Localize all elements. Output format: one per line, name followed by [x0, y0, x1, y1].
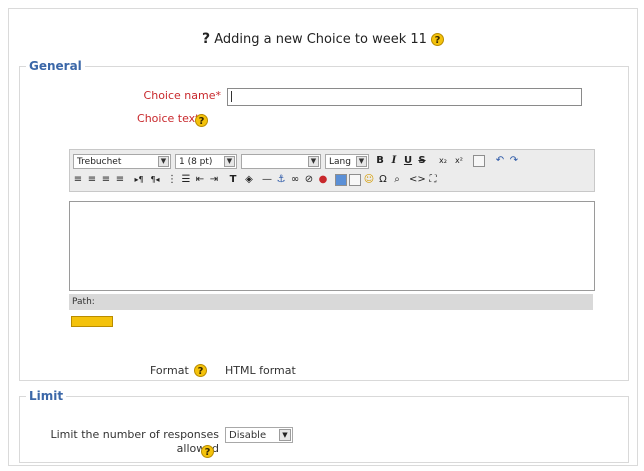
choice-name-label: Choice name* — [109, 89, 221, 102]
chevron-down-icon: ▼ — [279, 429, 291, 441]
chevron-down-icon: ▼ — [308, 156, 319, 167]
superscript-icon[interactable]: x² — [453, 154, 465, 168]
link-icon[interactable]: ∞ — [289, 173, 301, 187]
limit-select-value: Disable — [229, 430, 267, 441]
align-left-icon[interactable]: ≡ — [73, 173, 83, 187]
indent-icon[interactable]: ⇥ — [209, 173, 219, 187]
underline-icon[interactable]: U — [403, 154, 413, 168]
horizontal-rule-icon[interactable]: — — [261, 173, 273, 187]
align-justify-icon[interactable]: ≡ — [115, 173, 125, 187]
rtl-icon[interactable]: ¶◂ — [149, 173, 161, 187]
strikethrough-icon[interactable]: S — [417, 154, 427, 168]
editor-help-button[interactable] — [71, 316, 113, 327]
fullscreen-icon[interactable]: ⛶ — [427, 173, 439, 187]
insert-image-icon[interactable] — [335, 174, 347, 186]
format-label: Format — [150, 364, 189, 377]
insert-table-icon[interactable] — [349, 174, 361, 186]
anchor-icon[interactable]: ⚓ — [275, 173, 287, 187]
text-caret — [231, 91, 232, 102]
font-size-select[interactable]: 1 (8 pt) ▼ — [175, 154, 237, 169]
format-value: HTML format — [225, 364, 296, 377]
limit-help-icon[interactable]: ? — [201, 445, 214, 458]
editor-path-bar: Path: — [69, 294, 593, 310]
background-color-icon[interactable]: ◈ — [243, 173, 255, 187]
chevron-down-icon: ▼ — [158, 156, 169, 167]
subscript-icon[interactable]: x₂ — [437, 154, 449, 168]
page-frame: ? Adding a new Choice to week 11 ? Gener… — [8, 8, 638, 466]
lang-value: Lang — [329, 157, 351, 167]
required-mark: * — [215, 89, 222, 102]
choice-name-label-text: Choice name — [143, 89, 216, 102]
bold-icon[interactable]: B — [375, 154, 385, 168]
special-char-icon[interactable]: Ω — [377, 173, 389, 187]
choice-text-help-icon[interactable]: ? — [195, 114, 208, 127]
smiley-icon[interactable]: ☺ — [363, 173, 375, 187]
align-right-icon[interactable]: ≡ — [101, 173, 111, 187]
limit-label-text: Limit the number of responses allowed — [50, 428, 219, 455]
lang-select[interactable]: Lang ▼ — [325, 154, 369, 169]
nolink-icon[interactable]: ● — [317, 173, 329, 187]
limit-label: Limit the number of responses allowed — [49, 428, 219, 456]
choice-text-label-text: Choice text — [137, 112, 200, 125]
html-source-icon[interactable]: <> — [409, 173, 426, 187]
ordered-list-icon[interactable]: ⋮ — [167, 173, 177, 187]
unlink-icon[interactable]: ⊘ — [303, 173, 315, 187]
editor-content-area[interactable] — [69, 201, 595, 291]
page-title: ? Adding a new Choice to week 11 ? — [9, 31, 637, 47]
italic-icon[interactable]: I — [389, 154, 399, 168]
outdent-icon[interactable]: ⇤ — [195, 173, 205, 187]
text-color-icon[interactable]: T — [227, 173, 239, 187]
page-title-text: Adding a new Choice to week 11 — [214, 32, 427, 47]
limit-select[interactable]: Disable ▼ — [225, 427, 293, 443]
chevron-down-icon: ▼ — [224, 156, 235, 167]
unordered-list-icon[interactable]: ☰ — [181, 173, 191, 187]
title-help-mark: ? — [201, 31, 211, 47]
general-legend: General — [29, 59, 82, 73]
font-family-value: Trebuchet — [77, 157, 122, 167]
font-size-value: 1 (8 pt) — [179, 157, 213, 167]
style-select[interactable]: ▼ — [241, 154, 321, 169]
format-help-icon[interactable]: ? — [194, 364, 207, 377]
title-help-icon[interactable]: ? — [431, 33, 445, 46]
path-label: Path: — [72, 297, 95, 307]
choice-text-label: Choice text* — [109, 112, 205, 125]
clean-word-icon[interactable] — [473, 155, 485, 167]
choice-name-input[interactable] — [227, 88, 582, 106]
align-center-icon[interactable]: ≡ — [87, 173, 97, 187]
search-replace-icon[interactable]: ⌕ — [391, 173, 403, 187]
redo-icon[interactable]: ↷ — [509, 154, 519, 168]
font-family-select[interactable]: Trebuchet ▼ — [73, 154, 171, 169]
limit-legend: Limit — [29, 389, 64, 403]
ltr-icon[interactable]: ▸¶ — [133, 173, 145, 187]
chevron-down-icon: ▼ — [356, 156, 367, 167]
undo-icon[interactable]: ↶ — [495, 154, 505, 168]
